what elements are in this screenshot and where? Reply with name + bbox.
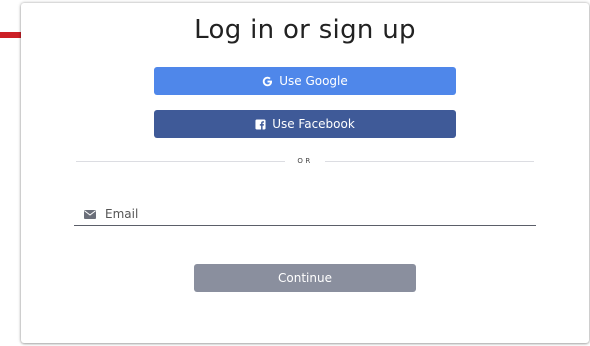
envelope-icon [84,204,96,223]
or-divider: OR [76,154,534,168]
continue-button[interactable]: Continue [194,264,416,292]
divider-text: OR [297,157,313,165]
divider-line-left [76,160,286,162]
continue-label: Continue [278,271,332,285]
facebook-f-icon [255,118,266,130]
google-g-icon [262,76,273,87]
login-card: Log in or sign up Use Google Use Faceboo… [21,3,589,343]
facebook-login-label: Use Facebook [272,117,355,131]
google-login-button[interactable]: Use Google [154,67,456,95]
page-title: Log in or sign up [194,15,416,45]
page: Log in or sign up Use Google Use Faceboo… [0,0,590,346]
divider-line-right [324,160,534,162]
facebook-login-button[interactable]: Use Facebook [154,110,456,138]
google-login-label: Use Google [279,74,348,88]
email-field[interactable] [74,202,536,226]
email-input[interactable] [105,206,536,221]
